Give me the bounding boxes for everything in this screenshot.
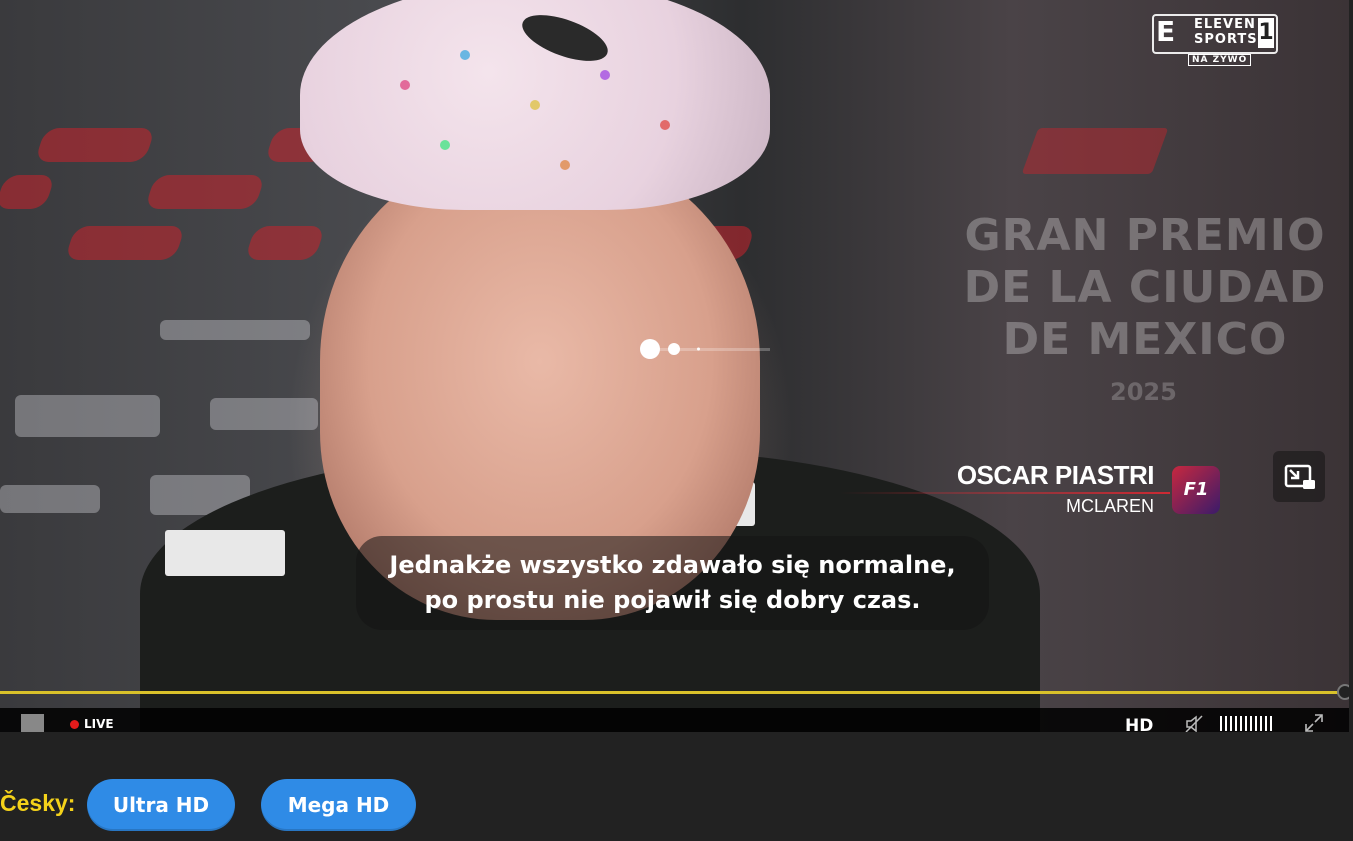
stop-button[interactable] bbox=[21, 714, 44, 732]
speaker-muted-icon[interactable] bbox=[1185, 715, 1203, 732]
sponsor-board bbox=[0, 485, 100, 513]
backdrop-shape bbox=[0, 175, 56, 209]
backdrop-event-year: 2025 bbox=[1110, 378, 1177, 406]
shirt-sponsor-logo bbox=[165, 530, 285, 576]
cap-pattern bbox=[560, 160, 570, 170]
loading-indicator bbox=[640, 339, 770, 359]
lower-third-accent-line bbox=[840, 492, 1170, 494]
channel-live-badge: NA ŻYWO bbox=[1188, 54, 1252, 66]
loading-dot bbox=[640, 339, 660, 359]
live-indicator-dot bbox=[70, 720, 79, 729]
expand-icon[interactable] bbox=[1305, 714, 1323, 732]
driver-name: OSCAR PIASTRI bbox=[956, 460, 1155, 490]
backdrop-f1-logo bbox=[1021, 128, 1169, 174]
channel-logo-mark: E bbox=[1156, 15, 1176, 48]
sponsor-board bbox=[15, 395, 160, 437]
loading-dot bbox=[697, 347, 700, 351]
loading-dot bbox=[668, 343, 680, 355]
driver-team: MCLAREN bbox=[1065, 496, 1154, 516]
progress-bar[interactable] bbox=[0, 691, 1349, 694]
quality-button[interactable]: HD bbox=[1125, 716, 1153, 732]
video-player[interactable]: GRAN PREMIO DE LA CIUDAD DE MEXICO 2025 … bbox=[0, 0, 1349, 732]
progress-handle[interactable] bbox=[1337, 684, 1349, 700]
cap-pattern bbox=[600, 70, 610, 80]
language-label: Česky: bbox=[0, 790, 76, 816]
f1-badge: F1 bbox=[1172, 466, 1220, 514]
backdrop-shape bbox=[34, 128, 156, 162]
stream-options: Česky: Ultra HD Mega HD bbox=[0, 732, 1353, 841]
cap-brand-logo bbox=[516, 5, 614, 71]
cap-pattern bbox=[530, 100, 540, 110]
cap-pattern bbox=[460, 50, 470, 60]
backdrop-shape bbox=[244, 226, 326, 260]
subtitle-line-2: po prostu nie pojawił się dobry czas. bbox=[424, 586, 921, 614]
sponsor-board bbox=[210, 398, 318, 430]
subtitle-box: Jednakże wszystko zdawało się normalne, … bbox=[356, 536, 989, 630]
channel-brand-top: ELEVEN bbox=[1194, 17, 1256, 32]
volume-slider[interactable] bbox=[1220, 716, 1274, 731]
channel-brand-bottom: SPORTS bbox=[1194, 32, 1258, 47]
live-label: LIVE bbox=[84, 717, 114, 731]
cap-pattern bbox=[400, 80, 410, 90]
picture-in-picture-button[interactable] bbox=[1273, 451, 1325, 502]
cap-pattern bbox=[660, 120, 670, 130]
driver-cap bbox=[300, 0, 770, 210]
picture-in-picture-icon bbox=[1284, 464, 1315, 489]
cap-pattern bbox=[440, 140, 450, 150]
control-bar: LIVE HD bbox=[0, 708, 1349, 732]
backdrop-shape bbox=[144, 175, 266, 209]
subtitle-line-1: Jednakże wszystko zdawało się normalne, bbox=[389, 551, 956, 579]
sponsor-board bbox=[160, 320, 310, 340]
channel-logo: E ELEVEN SPORTS 1 NA ŻYWO bbox=[1150, 12, 1280, 70]
channel-number: 1 bbox=[1258, 18, 1274, 48]
mega-hd-button[interactable]: Mega HD bbox=[261, 779, 416, 831]
ultra-hd-button[interactable]: Ultra HD bbox=[87, 779, 235, 831]
lower-third: OSCAR PIASTRI MCLAREN F1 bbox=[840, 460, 1230, 524]
backdrop-event-title: GRAN PREMIO DE LA CIUDAD DE MEXICO bbox=[963, 210, 1327, 365]
backdrop-shape bbox=[64, 226, 186, 260]
